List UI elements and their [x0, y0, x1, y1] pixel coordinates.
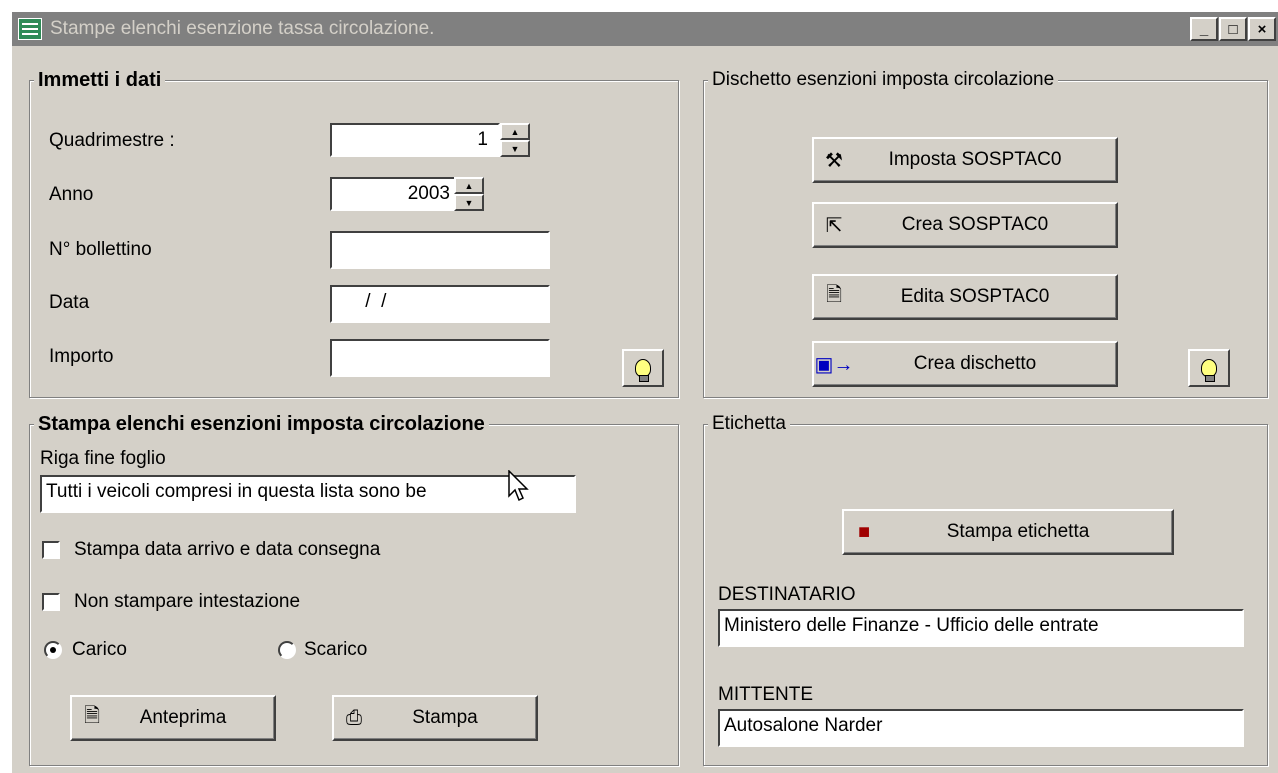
destinatario-label: DESTINATARIO [718, 584, 856, 605]
riga-fine-foglio-field[interactable]: Tutti i veicoli compresi in questa lista… [40, 475, 576, 513]
help-bulb-button[interactable] [622, 349, 664, 387]
riga-fine-foglio-label: Riga fine foglio [40, 448, 166, 469]
lightbulb-icon [635, 359, 651, 382]
main-window: Stampe elenchi esenzione tassa circolazi… [10, 10, 1278, 773]
group-dischetto: Dischetto esenzioni imposta circolazione… [703, 68, 1268, 398]
mittente-label: MITTENTE [718, 684, 813, 705]
data-field[interactable]: / / [330, 285, 550, 323]
imposta-sosptac0-button[interactable]: ⚒ Imposta SOSPTAC0 [812, 137, 1118, 183]
mouse-cursor-icon [508, 470, 529, 502]
minimize-button[interactable]: _ [1190, 17, 1218, 41]
group-stampa-elenchi: Stampa elenchi esenzioni imposta circola… [29, 412, 679, 766]
non-stampare-intestazione-checkbox[interactable] [42, 593, 60, 611]
stampa-etichetta-button[interactable]: ■ Stampa etichetta [842, 509, 1174, 555]
lightbulb-icon [1201, 359, 1217, 382]
bollettino-label: N° bollettino [49, 239, 152, 260]
spin-down-icon[interactable]: ▼ [500, 140, 530, 157]
group-immetti-dati: Immetti i dati Quadrimestre : 1 ▲ ▼ Anno… [29, 68, 679, 398]
quadrimestre-field[interactable]: 1 [330, 123, 500, 157]
document-icon: 🗎 [825, 284, 843, 306]
anno-field[interactable]: 2003 [330, 177, 456, 211]
maximize-button[interactable]: □ [1219, 17, 1247, 41]
bollettino-field[interactable] [330, 231, 550, 269]
window-title: Stampe elenchi esenzione tassa circolazi… [50, 18, 435, 39]
mittente-field[interactable]: Autosalone Narder [718, 709, 1244, 747]
spin-down-icon[interactable]: ▼ [454, 194, 484, 211]
crea-sosptac0-button[interactable]: ⇱ Crea SOSPTAC0 [812, 202, 1118, 248]
importo-label: Importo [49, 346, 114, 367]
help-bulb-button[interactable] [1188, 349, 1230, 387]
carico-label: Carico [72, 639, 127, 660]
group-etichetta: Etichetta ■ Stampa etichetta DESTINATARI… [703, 412, 1268, 766]
spin-up-icon[interactable]: ▲ [500, 123, 530, 140]
wrench-icon: ⚒ [825, 149, 843, 172]
stampa-data-arrivo-checkbox[interactable] [42, 541, 60, 559]
window-controls: _ □ × [1190, 17, 1276, 41]
anno-label: Anno [49, 184, 94, 205]
label-icon: ■ [857, 520, 871, 543]
destinatario-field[interactable]: Ministero delle Finanze - Ufficio delle … [718, 609, 1244, 647]
data-label: Data [49, 292, 90, 313]
edita-sosptac0-button[interactable]: 🗎 Edita SOSPTAC0 [812, 274, 1118, 320]
document-icon: 🗎 [83, 705, 101, 727]
stampa-data-arrivo-label: Stampa data arrivo e data consegna [74, 539, 381, 560]
printer-icon: ⎙ [346, 706, 362, 729]
stampa-button[interactable]: ⎙ Stampa [332, 695, 538, 741]
carico-radio[interactable] [44, 641, 62, 659]
group-legend: Dischetto esenzioni imposta circolazione [708, 68, 1059, 92]
anteprima-button[interactable]: 🗎 Anteprima [70, 695, 276, 741]
quadrimestre-label: Quadrimestre : [49, 130, 175, 151]
close-button[interactable]: × [1248, 17, 1276, 41]
non-stampare-intestazione-label: Non stampare intestazione [74, 591, 301, 612]
floppy-disk-icon: ▣→ [814, 353, 854, 376]
importo-field[interactable] [330, 339, 550, 377]
anno-spinner[interactable]: ▲ ▼ [454, 177, 484, 211]
crea-dischetto-button[interactable]: ▣→ Crea dischetto [812, 341, 1118, 387]
app-icon [18, 18, 42, 40]
scarico-label: Scarico [304, 639, 368, 660]
group-legend: Immetti i dati [34, 68, 166, 92]
scarico-radio[interactable] [278, 641, 296, 659]
quadrimestre-spinner[interactable]: ▲ ▼ [500, 123, 530, 157]
spin-up-icon[interactable]: ▲ [454, 177, 484, 194]
group-legend: Etichetta [708, 412, 790, 436]
export-file-icon: ⇱ [825, 214, 843, 237]
title-bar[interactable]: Stampe elenchi esenzione tassa circolazi… [12, 12, 1278, 46]
group-legend: Stampa elenchi esenzioni imposta circola… [34, 412, 489, 436]
